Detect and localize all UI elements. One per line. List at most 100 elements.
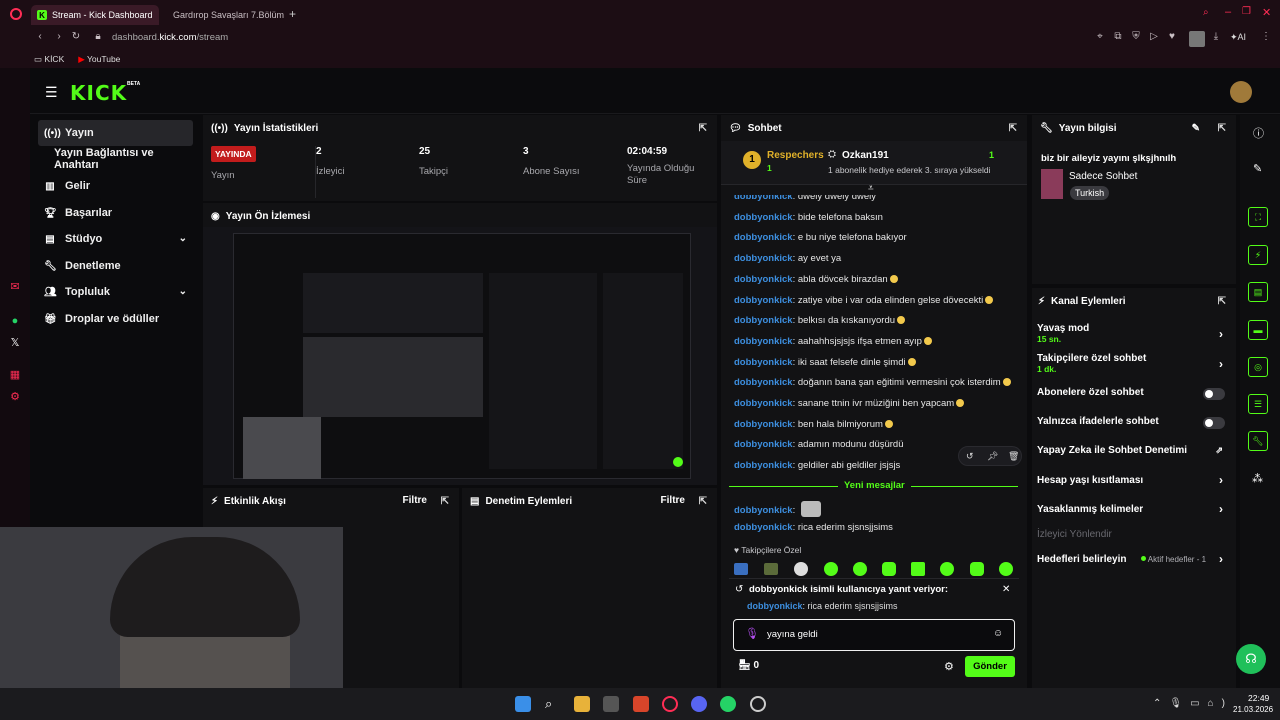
emote-icon[interactable] (853, 562, 867, 576)
subs-chat-toggle[interactable] (1203, 388, 1225, 400)
support-button[interactable]: ☊ (1236, 644, 1266, 674)
back-icon[interactable]: ‹ (34, 31, 46, 43)
emote-icon[interactable] (764, 563, 778, 575)
chat-username[interactable]: dobbyonkick (734, 460, 793, 471)
download-icon[interactable]: ⤓ (1210, 31, 1222, 43)
emote-icon[interactable] (911, 562, 925, 576)
nav-item-yayin[interactable]: ((•)) Yayın (38, 120, 193, 146)
chat-username[interactable]: dobbyonkick (734, 253, 793, 264)
clipboard-icon[interactable]: ▤ (1248, 282, 1268, 302)
followers-chat-row[interactable]: Takipçilere özel sohbet 1 dk. › (1037, 353, 1227, 375)
emote-icon[interactable] (734, 563, 748, 575)
emote-icon[interactable] (882, 562, 896, 576)
chat-username[interactable]: dobbyonkick (734, 357, 793, 368)
new-tab-icon[interactable]: + (289, 7, 296, 21)
microphone-icon[interactable]: 🎙︎ (745, 627, 759, 640)
nav-item-gelir[interactable]: ▥ Gelir (38, 173, 193, 199)
chat-settings-icon[interactable]: ⚙ (944, 660, 954, 673)
discord-icon[interactable] (691, 696, 707, 712)
category-thumbnail[interactable] (1041, 169, 1063, 199)
nav-item-droplar[interactable]: 🎁︎ Droplar ve ödüller (38, 306, 193, 332)
points-display[interactable]: 🏪︎ 0 (738, 660, 759, 671)
filter-button[interactable]: Filtre (403, 495, 427, 506)
chat-username[interactable]: dobbyonkick (734, 522, 793, 533)
bookmark-icon[interactable]: ⌖ (1094, 31, 1106, 43)
category-name[interactable]: Sadece Sohbet (1069, 171, 1137, 182)
reply-icon[interactable]: ↺ (966, 451, 974, 462)
opera-logo-icon[interactable] (10, 8, 22, 20)
user-avatar[interactable] (1230, 81, 1252, 103)
popout-icon[interactable]: ⇱ (699, 496, 707, 507)
ai-moderation-row[interactable]: Yapay Zeka ile Sohbet Denetimi ⇗ (1037, 445, 1227, 459)
whatsapp-icon[interactable]: ● (8, 314, 22, 328)
apps-icon[interactable]: ▦ (8, 368, 22, 382)
popout-icon[interactable]: ⇱ (441, 496, 449, 507)
emote-chat-toggle[interactable] (1203, 417, 1225, 429)
chat-username[interactable]: dobbyonkick (734, 315, 793, 326)
ai-button[interactable]: ✦AI (1230, 32, 1246, 43)
chat-input[interactable]: 🎙︎ yayına geldi ☺ (733, 619, 1015, 651)
chat-username[interactable]: dobbyonkick (734, 398, 793, 409)
edit-icon[interactable]: ✎ (1192, 123, 1200, 134)
nav-item-denetleme[interactable]: 🔧︎ Denetleme (38, 253, 193, 279)
chat-username[interactable]: dobbyonkick (734, 295, 793, 306)
delete-icon[interactable]: 🗑︎ (1008, 451, 1019, 462)
popout-icon[interactable]: ⇱ (699, 123, 707, 134)
emote-icon[interactable] (999, 562, 1013, 576)
lightning-icon[interactable]: ⚡︎ (1248, 245, 1268, 265)
windows-start-icon[interactable] (515, 696, 531, 712)
shield-icon[interactable]: ⛨ (1130, 31, 1142, 43)
banned-words-row[interactable]: Yasaklanmış kelimeler › (1037, 502, 1227, 518)
clock-date[interactable]: 21.03.2026 (1233, 705, 1273, 714)
opera-icon[interactable] (662, 696, 678, 712)
heart-icon[interactable]: ♥ (1166, 31, 1178, 43)
search-icon[interactable]: ⌕ (1203, 7, 1209, 18)
filter-button[interactable]: Filtre (661, 495, 685, 506)
wrench-icon[interactable]: 🔧︎ (1248, 431, 1268, 451)
close-reply-icon[interactable]: ✕ (1002, 584, 1010, 595)
minimize-icon[interactable]: – (1225, 6, 1231, 18)
profile-avatar[interactable] (1189, 31, 1205, 47)
pin-icon[interactable]: 📌︎ (987, 451, 998, 462)
url-field[interactable]: dashboard.kick.com/stream (112, 32, 228, 43)
emoji-picker-icon[interactable]: ☺ (993, 628, 1003, 639)
tray-icons[interactable]: ⌃🎙︎▭⌂) (1153, 698, 1233, 709)
chat-username[interactable]: dobbyonkick (734, 377, 793, 388)
x-icon[interactable]: 𝕏 (8, 336, 22, 350)
stream-preview-video[interactable] (203, 227, 717, 485)
popout-icon[interactable]: ⇱ (1218, 123, 1226, 134)
menu-icon[interactable]: ⋮ (1260, 31, 1272, 43)
whatsapp-icon[interactable] (720, 696, 736, 712)
nav-item-stream-key[interactable]: Yayın Bağlantısı ve Anahtarı (48, 146, 198, 172)
emote-icon[interactable] (794, 562, 808, 576)
nav-item-studyo[interactable]: ▤ Stüdyo ⌄ (38, 226, 193, 252)
broadcast-icon[interactable]: ◎ (1248, 357, 1268, 377)
forward-icon[interactable]: › (53, 31, 65, 43)
emote-chat-row[interactable]: Yalnızca ifadelerle sohbet (1037, 416, 1227, 430)
slow-mode-row[interactable]: Yavaş mod 15 sn. › (1037, 323, 1227, 345)
reload-icon[interactable]: ↻ (70, 31, 82, 43)
camera-icon[interactable]: ⧉ (1112, 31, 1124, 43)
tab-kick-dashboard[interactable]: K Stream - Kick Dashboard (31, 5, 159, 25)
emote-icon[interactable] (824, 562, 838, 576)
pencil-icon[interactable]: ✎ (1253, 162, 1262, 175)
send-button[interactable]: Gönder (965, 656, 1015, 677)
popout-icon[interactable]: ⇱ (1218, 296, 1226, 307)
layout-icon[interactable]: ☰ (1248, 394, 1268, 414)
emote-icon[interactable] (940, 562, 954, 576)
chat-username[interactable]: dobbyonkick (734, 232, 793, 243)
chat-username[interactable]: dobbyonkick (734, 505, 793, 516)
chat-username[interactable]: dobbyonkick (734, 419, 793, 430)
messenger-icon[interactable]: ✉ (8, 280, 22, 294)
age-restriction-row[interactable]: Hesap yaşı kısıtlaması › (1037, 473, 1227, 489)
app-icon[interactable] (603, 696, 619, 712)
maximize-icon[interactable]: ❐ (1242, 6, 1251, 17)
subs-chat-row[interactable]: Abonelere özel sohbet (1037, 387, 1227, 401)
bookmark-kick[interactable]: ▭ KİCK (34, 54, 64, 65)
chat-username[interactable]: dobbyonkick (734, 274, 793, 285)
hamburger-menu-icon[interactable]: ☰ (45, 84, 58, 101)
close-window-icon[interactable]: ✕ (1262, 6, 1271, 19)
search-icon[interactable]: ⌕ (545, 696, 561, 712)
gifter-name[interactable]: Ozkan191 (842, 150, 889, 161)
nav-item-basarilar[interactable]: 🏆︎ Başarılar (38, 200, 193, 226)
